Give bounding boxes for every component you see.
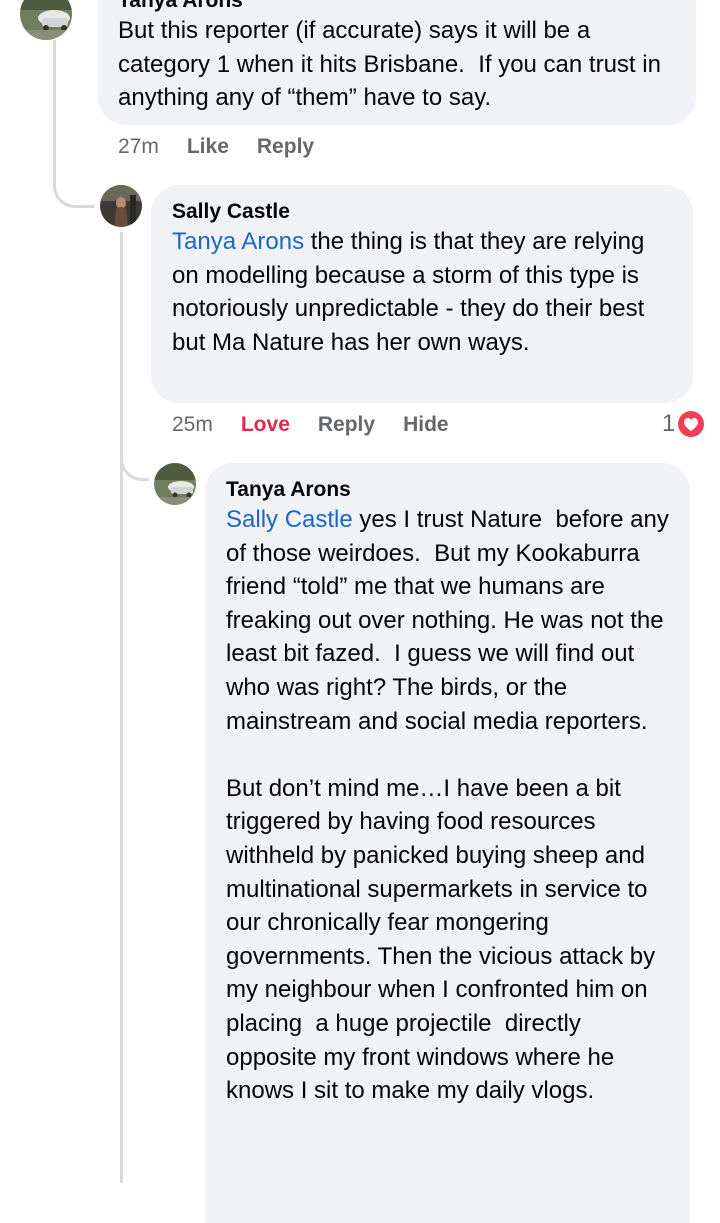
like-button[interactable]: Like — [187, 135, 229, 159]
comment-timestamp[interactable]: 25m — [172, 413, 213, 437]
comment-text: Tanya Arons the thing is that they are r… — [172, 225, 673, 359]
avatar-tanya-arons[interactable] — [20, 0, 72, 40]
comment-author[interactable]: Tanya Arons — [118, 0, 676, 14]
mention-link[interactable]: Tanya Arons — [172, 228, 304, 255]
thread-curve-reply-1 — [53, 150, 94, 208]
thread-line-reply — [120, 232, 123, 1183]
comment-text: But this reporter (if accurate) says it … — [118, 17, 668, 112]
comment-author[interactable]: Tanya Arons — [226, 477, 670, 503]
mention-link[interactable]: Sally Castle — [226, 506, 353, 533]
love-heart-icon — [678, 411, 705, 437]
comment-timestamp[interactable]: 27m — [118, 135, 159, 159]
comment-body: yes I trust Nature before any of those w… — [226, 506, 669, 1105]
comment-bubble-1: Tanya Arons But this reporter (if accura… — [98, 0, 696, 125]
comment-text: Sally Castle yes I trust Nature before a… — [226, 503, 670, 1108]
comment-bubble-2: Sally Castle Tanya Arons the thing is th… — [151, 185, 693, 403]
thread-line-main — [53, 40, 56, 160]
comment-actions-2: 25m Love Reply Hide — [172, 413, 477, 437]
comment-actions-1: 27m Like Reply — [118, 135, 342, 159]
reaction-summary[interactable]: 1 — [662, 410, 705, 438]
reply-button[interactable]: Reply — [318, 413, 375, 437]
love-button[interactable]: Love — [241, 413, 290, 437]
thread-curve-reply-2 — [120, 440, 149, 481]
hide-button[interactable]: Hide — [403, 413, 449, 437]
reply-button[interactable]: Reply — [257, 135, 314, 159]
avatar-tanya-arons[interactable] — [154, 463, 196, 505]
comment-bubble-3: Tanya Arons Sally Castle yes I trust Nat… — [205, 463, 690, 1223]
comment-author[interactable]: Sally Castle — [172, 199, 673, 225]
avatar-sally-castle[interactable] — [100, 185, 142, 227]
reaction-count: 1 — [662, 410, 676, 437]
